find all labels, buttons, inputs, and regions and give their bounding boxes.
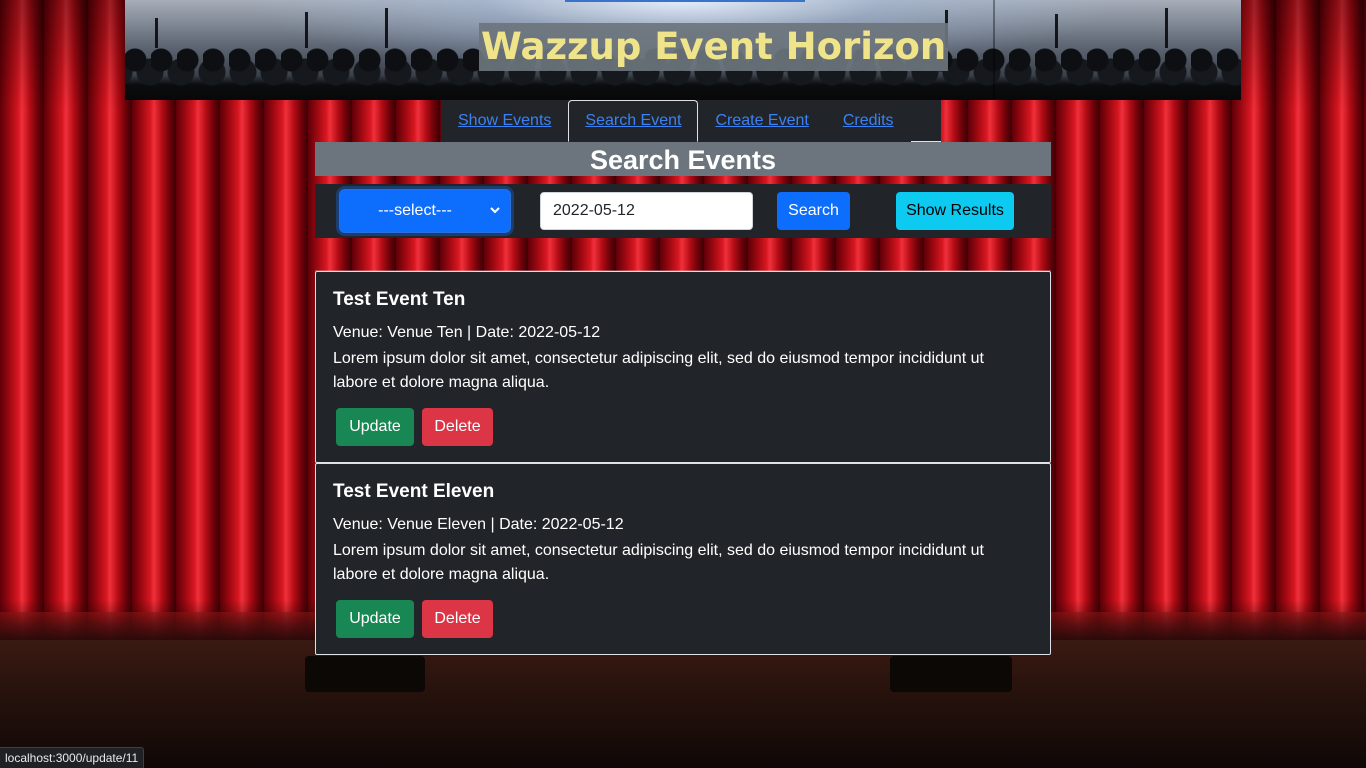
event-title: Test Event Eleven	[333, 481, 495, 502]
update-button[interactable]: Update	[336, 600, 414, 638]
nav-tabs-fill	[910, 100, 941, 142]
category-select[interactable]: ---select---	[339, 189, 511, 233]
status-bar-url: localhost:3000/update/11	[0, 747, 145, 768]
banner-accent-strip	[565, 0, 805, 2]
tab-credits[interactable]: Credits	[826, 100, 911, 142]
search-bar: ---select--- Search Show Results	[315, 184, 1051, 238]
event-description: Lorem ipsum dolor sit amet, consectetur …	[333, 542, 984, 583]
event-description: Lorem ipsum dolor sit amet, consectetur …	[333, 350, 984, 391]
stage-monitor-left	[305, 656, 425, 692]
category-select-value: ---select---	[378, 202, 452, 219]
event-card: Test Event Ten Venue: Venue Ten | Date: …	[315, 271, 1051, 463]
show-results-button[interactable]: Show Results	[896, 192, 1014, 230]
banner-divider	[993, 0, 995, 100]
delete-button[interactable]: Delete	[422, 408, 493, 446]
search-button[interactable]: Search	[777, 192, 850, 230]
delete-button[interactable]: Delete	[422, 600, 493, 638]
tab-search-event[interactable]: Search Event	[568, 100, 699, 142]
page-title: Search Events	[315, 142, 1051, 176]
event-title: Test Event Ten	[333, 289, 466, 310]
stage-floor	[0, 640, 1366, 768]
event-meta: Venue: Venue Eleven | Date: 2022-05-12	[333, 516, 624, 533]
chevron-down-icon	[490, 207, 500, 214]
stage-monitor-right	[890, 656, 1012, 692]
date-input[interactable]	[540, 192, 753, 230]
event-card: Test Event Eleven Venue: Venue Eleven | …	[315, 463, 1051, 655]
nav-tabs: Show Events Search Event Create Event Cr…	[441, 100, 941, 142]
event-meta: Venue: Venue Ten | Date: 2022-05-12	[333, 324, 601, 341]
tab-show-events[interactable]: Show Events	[441, 100, 568, 142]
update-button[interactable]: Update	[336, 408, 414, 446]
site-title: Wazzup Event Horizon	[479, 23, 949, 71]
tab-create-event[interactable]: Create Event	[698, 100, 825, 142]
